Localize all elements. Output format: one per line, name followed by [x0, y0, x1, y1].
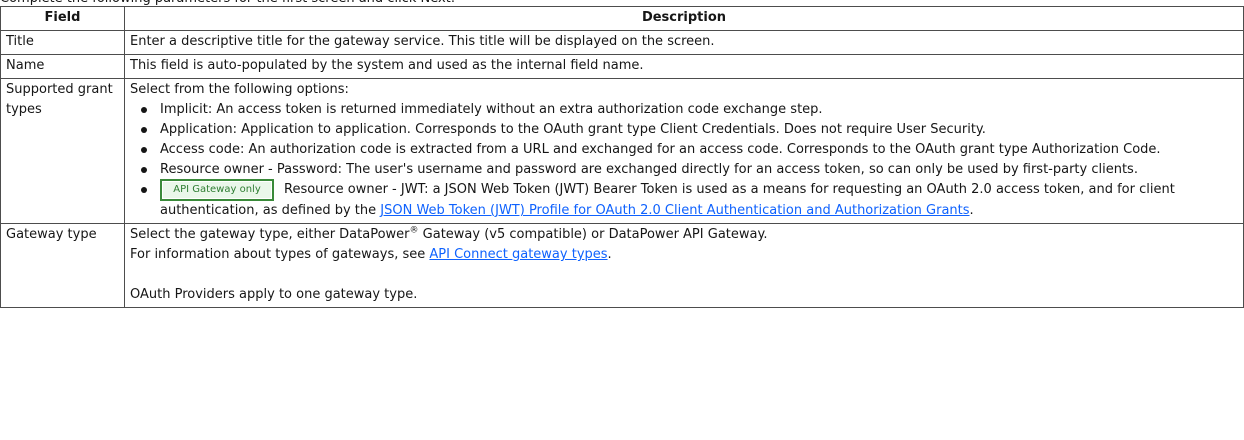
table-row: Gateway type Select the gateway type, ei…: [0, 223, 1244, 308]
table-row: Name This field is auto-populated by the…: [0, 54, 1244, 79]
description-name: This field is auto-populated by the syst…: [124, 54, 1244, 79]
list-item-resource-owner-password: Resource owner - Password: The user's us…: [141, 160, 1238, 180]
description-title: Enter a descriptive title for the gatewa…: [124, 30, 1244, 55]
gateway-info-text: For information about types of gateways,…: [130, 247, 430, 262]
field-title: Title: [0, 30, 125, 55]
field-gateway-type: Gateway type: [0, 223, 125, 308]
jwt-option-end: .: [969, 203, 974, 218]
gateway-info-line: For information about types of gateways,…: [130, 245, 1238, 265]
jwt-profile-link[interactable]: JSON Web Token (JWT) Profile for OAuth 2…: [380, 203, 969, 218]
description-gateway-type: Select the gateway type, either DataPowe…: [124, 223, 1244, 308]
table-row: Supported grant types Select from the fo…: [0, 78, 1244, 224]
field-supported-grant-types: Supported grant types: [0, 78, 125, 224]
list-item-application: Application: Application to application.…: [141, 120, 1238, 140]
gateway-types-link[interactable]: API Connect gateway types: [429, 247, 607, 262]
table-row: Title Enter a descriptive title for the …: [0, 30, 1244, 55]
registered-mark: ®: [409, 225, 419, 236]
header-field: Field: [0, 6, 125, 31]
list-item-access-code: Access code: An authorization code is ex…: [141, 140, 1238, 160]
grant-types-list: Implicit: An access token is returned im…: [130, 100, 1238, 221]
gateway-type-line: Select the gateway type, either DataPowe…: [130, 225, 1238, 245]
field-name: Name: [0, 54, 125, 79]
header-description: Description: [124, 6, 1244, 31]
list-item-implicit: Implicit: An access token is returned im…: [141, 100, 1238, 120]
oauth-providers-note: OAuth Providers apply to one gateway typ…: [130, 287, 418, 302]
list-item-resource-owner-jwt: API Gateway only Resource owner - JWT: a …: [141, 179, 1238, 221]
api-gateway-only-badge: API Gateway only: [160, 179, 274, 201]
grant-types-intro: Select from the following options:: [130, 82, 349, 97]
gateway-info-end: .: [607, 247, 612, 262]
description-supported-grant-types: Select from the following options: Impli…: [124, 78, 1244, 224]
gateway-type-text-b: Gateway (v5 compatible) or DataPower API…: [418, 227, 768, 242]
table-header-row: Field Description: [0, 6, 1244, 31]
parameters-table: Field Description Title Enter a descript…: [0, 6, 1244, 308]
gateway-type-text-a: Select the gateway type, either DataPowe…: [130, 227, 410, 242]
